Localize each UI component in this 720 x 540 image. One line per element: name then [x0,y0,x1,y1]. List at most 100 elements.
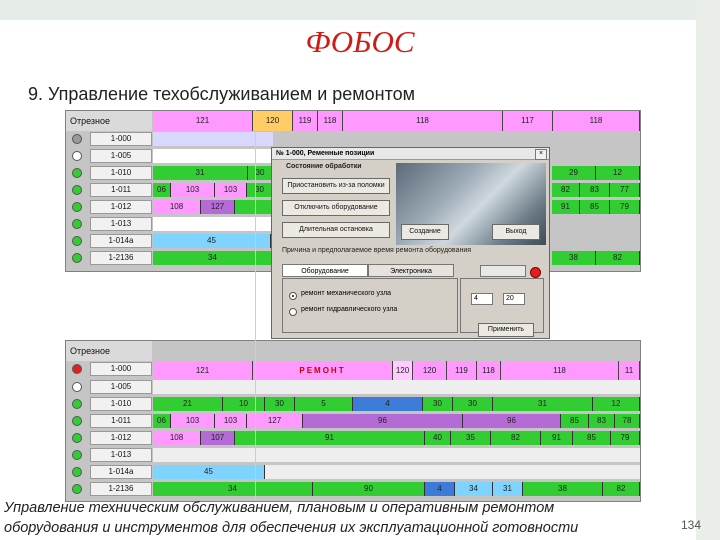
schedule-segment[interactable]: 4 [353,397,423,411]
schedule-segment[interactable]: 79 [610,200,640,214]
status-led [72,219,82,229]
schedule-segment[interactable]: 90 [313,482,425,496]
row-lane-right: 29 12 [552,166,640,180]
equipment-row[interactable]: 1-014а 45 [66,464,640,480]
schedule-segment[interactable]: 103 [215,183,247,197]
suspend-button[interactable]: Приостановить из-за поломки [282,178,390,194]
schedule-segment[interactable]: 85 [561,414,589,428]
schedule-segment[interactable]: 78 [615,414,640,428]
schedule-segment[interactable]: 85 [573,431,611,445]
schedule-segment[interactable]: 85 [580,200,610,214]
timeline-segment[interactable]: 119 [293,111,318,131]
schedule-segment[interactable]: 82 [603,482,640,496]
status-led [72,382,82,392]
schedule-segment[interactable]: 06 [153,414,171,428]
schedule-segment[interactable]: 38 [552,251,596,265]
equipment-row[interactable]: 1-2136 34 90 4 34 31 38 82 [66,481,640,497]
schedule-segment[interactable]: 127 [201,200,235,214]
hours-field[interactable]: 4 [471,293,493,305]
page-number: 134 [681,518,702,532]
schedule-segment[interactable]: 103 [215,414,247,428]
equipment-row[interactable]: 1-000 [66,131,640,147]
timeline-segment[interactable]: 117 [503,111,553,131]
equipment-name: 1-010 [90,166,152,180]
equipment-row[interactable]: 1-010 21 10 30 5 4 30 30 31 12 [66,396,640,412]
equipment-name: 1-014а [90,234,152,248]
schedule-segment[interactable]: 91 [552,200,580,214]
schedule-segment[interactable]: 91 [541,431,573,445]
timeline-segment[interactable]: 118 [343,111,503,131]
schedule-segment[interactable]: 83 [589,414,615,428]
slide-title: ФОБОС [305,24,415,59]
schedule-segment[interactable]: 31 [493,482,523,496]
apply-button[interactable]: Применить [478,323,534,337]
schedule-segment[interactable]: 31 [493,397,593,411]
schedule-segment[interactable]: 35 [451,431,491,445]
schedule-segment[interactable]: 5 [295,397,353,411]
schedule-segment[interactable]: 79 [611,431,640,445]
create-button[interactable]: Создание [401,224,449,240]
schedule-segment[interactable]: 103 [171,414,215,428]
schedule-segment[interactable]: 4 [425,482,455,496]
schedule-segment[interactable]: 96 [463,414,561,428]
schedule-segment[interactable]: 40 [425,431,451,445]
schedule-segment[interactable]: 77 [610,183,640,197]
equipment-row[interactable]: 1-012 108 107 91 40 35 82 91 85 79 [66,430,640,446]
status-field [480,265,526,277]
schedule-segment[interactable]: 91 [235,431,425,445]
long-stop-button[interactable]: Длительная остановка [282,222,390,238]
radio-hydraulic[interactable] [289,308,297,316]
schedule-segment[interactable]: 82 [552,183,580,197]
schedule-segment[interactable]: 12 [596,166,640,180]
tab-electronics[interactable]: Электроника [368,264,454,277]
equipment-name: 1-011 [90,414,152,428]
timeline-segment[interactable]: 118 [318,111,343,131]
row-lane: 21 10 30 5 4 30 30 31 12 [153,397,640,411]
minutes-field[interactable]: 20 [503,293,525,305]
schedule-segment[interactable]: 103 [171,183,215,197]
timeline-segment[interactable]: 118 [553,111,640,131]
schedule-segment[interactable]: 108 [153,431,201,445]
schedule-segment[interactable]: 30 [453,397,493,411]
radio-mechanical[interactable] [289,292,297,300]
equipment-row[interactable]: 1-011 06 103 103 127 96 96 85 83 78 [66,413,640,429]
schedule-segment[interactable]: 82 [491,431,541,445]
timeline-segment[interactable]: 120 [253,111,293,131]
reason-group-label: Причина и предполагаемое время ремонта о… [282,247,472,254]
schedule-segment[interactable]: 10 [223,397,265,411]
equipment-row[interactable]: 1-000 [66,361,640,377]
tab-equipment[interactable]: Оборудование [282,264,368,277]
schedule-segment[interactable]: 45 [153,465,265,479]
schedule-segment[interactable] [235,200,273,214]
schedule-segment[interactable]: 96 [303,414,463,428]
schedule-segment[interactable]: 30 [265,397,295,411]
status-led [72,433,82,443]
schedule-segment[interactable]: 30 [423,397,453,411]
status-led [72,134,82,144]
row-lane: 06 103 103 127 96 96 85 83 78 [153,414,640,428]
schedule-segment[interactable]: 45 [153,234,271,248]
close-icon[interactable]: × [535,149,547,160]
equipment-row[interactable]: 1-005 [66,379,640,395]
schedule-segment[interactable]: 12 [593,397,640,411]
exit-button[interactable]: Выход [492,224,540,240]
equipment-row[interactable]: 1-013 [66,447,640,463]
schedule-segment[interactable]: 108 [153,200,201,214]
schedule-segment[interactable]: 83 [580,183,610,197]
schedule-segment[interactable]: 30 [248,166,273,180]
schedule-segment[interactable]: 107 [201,431,235,445]
schedule-segment[interactable]: 34 [153,482,313,496]
equipment-name: 1-012 [90,200,152,214]
schedule-segment[interactable]: 38 [523,482,603,496]
schedule-segment[interactable]: 34 [455,482,493,496]
timeline-segment[interactable]: 121 [153,111,253,131]
footer-line: Управление техническим обслуживанием, пл… [4,500,555,516]
schedule-segment[interactable]: 21 [153,397,223,411]
disable-equipment-button[interactable]: Отключить оборудование [282,200,390,216]
schedule-segment[interactable]: 30 [247,183,273,197]
schedule-segment[interactable]: 82 [596,251,640,265]
schedule-segment[interactable]: 29 [552,166,596,180]
equipment-name: 1-000 [90,362,152,376]
schedule-segment[interactable]: 31 [153,166,248,180]
schedule-segment[interactable]: 06 [153,183,171,197]
